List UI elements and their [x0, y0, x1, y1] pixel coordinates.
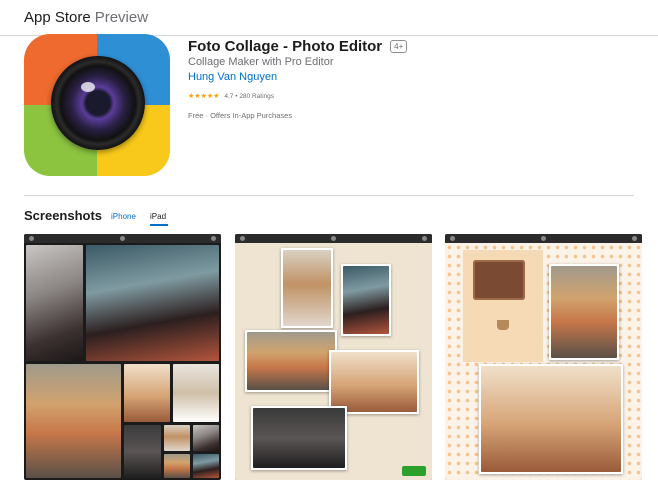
- collage-photo: [86, 245, 219, 361]
- section-divider: [24, 195, 634, 196]
- leather-label: [473, 260, 525, 300]
- rating-row: ★★★★★ 4.7 • 280 Ratings: [188, 92, 275, 101]
- collage-frame: [281, 248, 333, 328]
- collage-photo: [164, 454, 190, 478]
- app-subtitle: Collage Maker with Pro Editor: [188, 56, 334, 68]
- collage-photo: [124, 364, 170, 422]
- share-icon: [211, 236, 216, 241]
- app-title-row: Foto Collage - Photo Editor 4+: [188, 38, 408, 55]
- screenshots-heading: Screenshots: [24, 208, 103, 223]
- help-icon: [541, 236, 546, 241]
- coffee-cup-icon: [497, 320, 509, 330]
- screenshot-2[interactable]: [235, 234, 432, 480]
- back-icon: [29, 236, 34, 241]
- help-icon: [120, 236, 125, 241]
- screenshot-3[interactable]: [445, 234, 642, 480]
- brand-label: App Store: [24, 9, 91, 26]
- collage-card: [463, 250, 543, 362]
- help-icon: [331, 236, 336, 241]
- collage-frame: [251, 406, 347, 470]
- rating-text: 4.7 • 280 Ratings: [224, 92, 275, 100]
- tab-iphone[interactable]: iPhone: [111, 212, 136, 221]
- share-icon: [632, 236, 637, 241]
- star-rating-icon: ★★★★★: [188, 93, 220, 100]
- back-icon: [240, 236, 245, 241]
- tab-ipad[interactable]: iPad: [150, 212, 166, 221]
- price-info: Free · Offers In-App Purchases: [188, 111, 293, 120]
- screenshot-toolbar: [235, 234, 432, 243]
- collage-photo: [26, 245, 83, 361]
- collage-photo: [164, 425, 190, 451]
- collage-frame: [549, 264, 619, 360]
- collage-frame: [341, 264, 391, 336]
- screenshot-toolbar: [445, 234, 642, 243]
- developer-link[interactable]: Hung Van Nguyen: [188, 71, 277, 83]
- collage-frame: [479, 364, 623, 474]
- collage-photo: [193, 454, 219, 478]
- brand-sublabel: Preview: [94, 9, 149, 26]
- camera-lens-icon: [51, 56, 145, 150]
- collage-photo: [26, 364, 121, 478]
- collage-frame: [245, 330, 337, 392]
- share-icon: [422, 236, 427, 241]
- collage-frame: [329, 350, 419, 414]
- app-logo-tag: [402, 466, 426, 476]
- tab-ipad-indicator: [150, 224, 168, 226]
- back-icon: [450, 236, 455, 241]
- app-title: Foto Collage - Photo Editor: [188, 38, 383, 55]
- app-store-brand[interactable]: App Store Preview: [24, 9, 148, 26]
- top-bar: App Store Preview: [0, 0, 658, 36]
- collage-photo: [173, 364, 219, 422]
- screenshot-1[interactable]: [24, 234, 221, 480]
- collage-photo: [193, 425, 219, 451]
- collage-photo: [124, 425, 161, 478]
- app-icon: [24, 34, 170, 176]
- screenshot-toolbar: [24, 234, 221, 243]
- age-rating-badge: 4+: [390, 40, 408, 53]
